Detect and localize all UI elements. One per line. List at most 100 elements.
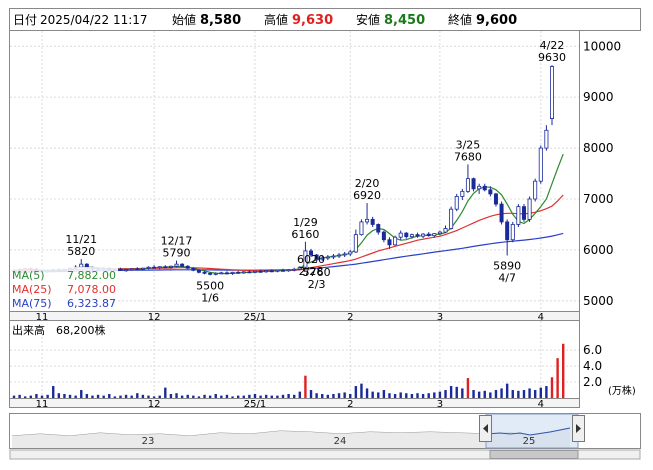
volume-bar [248, 394, 251, 398]
volume-y-tick-label: 4.0 [583, 359, 602, 373]
volume-bar [74, 395, 77, 398]
legend-ma25-label: MA(25) [12, 283, 52, 296]
volume-bar [511, 390, 514, 398]
volume-bar [85, 394, 89, 398]
candle-body [275, 269, 280, 272]
volume-bar [326, 394, 330, 398]
volume-y-ticks: 6.0 4.0 2.0 [583, 343, 602, 389]
volume-xaxis-strip [9, 398, 580, 408]
candle-body [432, 233, 437, 237]
volume-bar [309, 390, 313, 398]
candle-body [247, 271, 252, 274]
volume-bar [505, 383, 509, 398]
candle-body [163, 266, 168, 269]
candle-body [337, 254, 342, 257]
annotation-label: 9630 [538, 51, 566, 64]
volume-bar [29, 395, 33, 398]
candle-body [460, 190, 465, 197]
candle-body [533, 180, 538, 200]
volume-bar [96, 394, 100, 398]
volume-bar [130, 395, 133, 398]
annotation-label: 6160 [291, 228, 319, 241]
volume-bar [354, 386, 358, 398]
candle-body [482, 185, 487, 191]
volume-bar [388, 393, 391, 398]
candle-body [493, 193, 498, 205]
candle-body [286, 269, 291, 272]
candle-body [208, 272, 213, 275]
candle-body [359, 221, 364, 236]
volume-bar [203, 394, 206, 398]
price-x-tick-label: 3 [437, 312, 443, 323]
volume-bar [562, 343, 565, 398]
volume-bar [119, 395, 122, 398]
candle-body [196, 269, 201, 273]
candle-body [376, 224, 381, 233]
volume-bar [337, 393, 341, 398]
volume-bar [102, 395, 105, 398]
price-x-tick-label: 2 [347, 312, 353, 323]
volume-bar [365, 388, 369, 398]
volume-bar [405, 393, 408, 398]
volume-bar [242, 395, 245, 398]
volume-unit: (万株) [608, 384, 636, 397]
volume-bar [494, 390, 498, 398]
candle-body [353, 234, 358, 253]
annotation-label: 2/3 [308, 278, 326, 291]
price-xaxis-strip [9, 311, 580, 321]
candle-body [325, 256, 330, 259]
candle-body [409, 234, 414, 238]
candle-body [544, 129, 549, 149]
volume-bar [371, 391, 374, 398]
volume-bar [472, 390, 475, 398]
candle-body [258, 270, 263, 273]
volume-bar [91, 395, 94, 398]
candle-body [398, 232, 403, 238]
high-label: 高値 [264, 12, 288, 27]
navigator-scroll-thumb[interactable] [489, 450, 579, 459]
volume-bar [332, 394, 335, 398]
candle-body [538, 147, 543, 182]
candle-body [213, 272, 218, 275]
candle-body [550, 66, 555, 119]
candle-body [331, 255, 336, 258]
candle-body [370, 218, 375, 225]
annotation-label: 5820 [67, 245, 95, 258]
candle-body [174, 263, 179, 267]
volume-x-tick-label: 12 [148, 399, 161, 410]
volume-bar [276, 395, 279, 398]
volume-bar [343, 392, 346, 398]
volume-bar [477, 391, 481, 398]
candle-body [129, 268, 134, 271]
annotation-label: 1/6 [201, 291, 219, 304]
price-y-ticks: 5000 6000 7000 8000 9000 10000 [583, 39, 621, 308]
candle-body [443, 228, 448, 233]
volume-x-tick-label: 4 [538, 399, 544, 410]
volume-bar [264, 394, 268, 398]
candle-body [421, 233, 426, 237]
candle-body [505, 221, 510, 241]
volume-bar [52, 386, 55, 398]
volume-bar [500, 388, 503, 398]
volume-bar [449, 386, 453, 398]
low-label: 安値 [356, 12, 380, 27]
volume-bar [539, 387, 542, 398]
volume-bar [533, 390, 537, 398]
volume-bar [377, 392, 380, 398]
candle-body [269, 270, 274, 273]
volume-y-tick-label: 2.0 [583, 375, 602, 389]
candle-body [168, 265, 173, 268]
close-label: 終値 [448, 12, 472, 27]
volume-bar [466, 378, 470, 398]
candle-body [426, 233, 431, 237]
price-y-tick-label: 10000 [583, 39, 621, 53]
candle-body [140, 267, 145, 270]
volume-bar [550, 377, 554, 398]
volume-bar [40, 395, 44, 398]
candle-body [292, 268, 297, 271]
candle-body [365, 218, 370, 223]
legend-ma5-label: MA(5) [12, 269, 45, 282]
volume-x-tick-label: 3 [437, 399, 443, 410]
candle-body [236, 271, 241, 274]
volume-bar [46, 394, 49, 398]
